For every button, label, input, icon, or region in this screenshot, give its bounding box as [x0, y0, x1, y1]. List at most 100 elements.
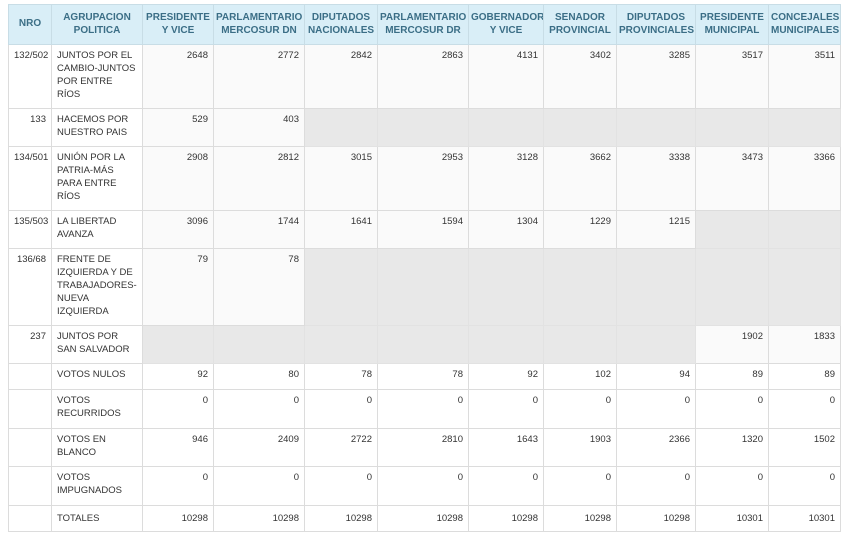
vote-count-cell: 0 — [377, 389, 469, 429]
vote-count-cell: 0 — [468, 389, 544, 429]
vote-count-cell: 0 — [142, 466, 214, 506]
vote-count-cell: 10301 — [695, 505, 769, 532]
vote-count-cell: 0 — [543, 466, 617, 506]
row-nro: 132/502 — [8, 44, 52, 109]
vote-count-cell: 403 — [213, 108, 305, 147]
empty-cell — [543, 248, 617, 326]
empty-cell — [304, 248, 378, 326]
vote-count-cell: 10298 — [616, 505, 696, 532]
vote-count-cell: 10301 — [768, 505, 841, 532]
vote-count-cell: 0 — [695, 389, 769, 429]
vote-count-cell: 89 — [768, 363, 841, 390]
vote-count-cell: 1641 — [304, 210, 378, 249]
vote-count-cell: 946 — [142, 428, 214, 467]
row-nro — [8, 466, 52, 506]
vote-count-cell: 2648 — [142, 44, 214, 109]
empty-cell — [377, 108, 469, 147]
vote-count-cell: 0 — [377, 466, 469, 506]
vote-count-cell: 1229 — [543, 210, 617, 249]
row-agrupacion: JUNTOS POR SAN SALVADOR — [51, 325, 143, 364]
empty-cell — [377, 248, 469, 326]
header-gobernador: GOBERNADOR Y VICE — [468, 4, 544, 45]
row-agrupacion: VOTOS RECURRIDOS — [51, 389, 143, 429]
vote-count-cell: 2863 — [377, 44, 469, 109]
vote-count-cell: 2908 — [142, 146, 214, 211]
row-nro: 136/68 — [8, 248, 52, 326]
row-agrupacion: VOTOS IMPUGNADOS — [51, 466, 143, 506]
empty-cell — [304, 108, 378, 147]
vote-count-cell: 0 — [468, 466, 544, 506]
vote-count-cell: 2842 — [304, 44, 378, 109]
vote-count-cell: 0 — [768, 389, 841, 429]
empty-cell — [468, 248, 544, 326]
empty-cell — [142, 325, 214, 364]
vote-count-cell: 2810 — [377, 428, 469, 467]
row-agrupacion: UNIÓN POR LA PATRIA-MÁS PARA ENTRE RÍOS — [51, 146, 143, 211]
table-row: VOTOS IMPUGNADOS 0 0 0 0 0 0 0 0 0 — [8, 466, 841, 506]
vote-count-cell: 0 — [768, 466, 841, 506]
header-senador: SENADOR PROVINCIAL — [543, 4, 617, 45]
vote-count-cell: 1304 — [468, 210, 544, 249]
vote-count-cell: 2409 — [213, 428, 305, 467]
row-agrupacion: HACEMOS POR NUESTRO PAIS — [51, 108, 143, 147]
empty-cell — [304, 325, 378, 364]
header-agrupacion: AGRUPACION POLITICA — [51, 4, 143, 45]
vote-count-cell: 2366 — [616, 428, 696, 467]
vote-count-cell: 3473 — [695, 146, 769, 211]
vote-count-cell: 3366 — [768, 146, 841, 211]
vote-count-cell: 3285 — [616, 44, 696, 109]
vote-count-cell: 3402 — [543, 44, 617, 109]
empty-cell — [616, 248, 696, 326]
vote-count-cell: 1833 — [768, 325, 841, 364]
vote-count-cell: 78 — [213, 248, 305, 326]
vote-count-cell: 1594 — [377, 210, 469, 249]
table-row: VOTOS NULOS 92 80 78 78 92 102 94 89 89 — [8, 363, 841, 390]
header-presidente: PRESIDENTE Y VICE — [142, 4, 214, 45]
vote-count-cell: 3338 — [616, 146, 696, 211]
vote-count-cell: 89 — [695, 363, 769, 390]
vote-count-cell: 1502 — [768, 428, 841, 467]
vote-count-cell: 2722 — [304, 428, 378, 467]
results-table: NRO AGRUPACION POLITICA PRESIDENTE Y VIC… — [8, 4, 841, 532]
vote-count-cell: 0 — [616, 466, 696, 506]
row-nro — [8, 389, 52, 429]
empty-cell — [543, 325, 617, 364]
vote-count-cell: 2772 — [213, 44, 305, 109]
empty-cell — [695, 210, 769, 249]
vote-count-cell: 3096 — [142, 210, 214, 249]
header-nro: NRO — [8, 4, 52, 45]
vote-count-cell: 92 — [468, 363, 544, 390]
vote-count-cell: 1643 — [468, 428, 544, 467]
vote-count-cell: 10298 — [304, 505, 378, 532]
vote-count-cell: 1215 — [616, 210, 696, 249]
vote-count-cell: 0 — [304, 466, 378, 506]
vote-count-cell: 0 — [616, 389, 696, 429]
table-row: VOTOS EN BLANCO 946 2409 2722 2810 1643 1903 23… — [8, 428, 841, 467]
empty-cell — [616, 325, 696, 364]
vote-count-cell: 10298 — [468, 505, 544, 532]
vote-count-cell: 80 — [213, 363, 305, 390]
empty-cell — [768, 248, 841, 326]
vote-count-cell: 529 — [142, 108, 214, 147]
empty-cell — [213, 325, 305, 364]
row-agrupacion: JUNTOS POR EL CAMBIO-JUNTOS POR ENTRE RÍ… — [51, 44, 143, 109]
vote-count-cell: 102 — [543, 363, 617, 390]
empty-cell — [695, 248, 769, 326]
table-row: VOTOS RECURRIDOS 0 0 0 0 0 0 0 0 0 — [8, 389, 841, 429]
vote-count-cell: 1320 — [695, 428, 769, 467]
vote-count-cell: 1902 — [695, 325, 769, 364]
vote-count-cell: 3517 — [695, 44, 769, 109]
row-agrupacion: VOTOS NULOS — [51, 363, 143, 390]
vote-count-cell: 3015 — [304, 146, 378, 211]
vote-count-cell: 78 — [377, 363, 469, 390]
vote-count-cell: 78 — [304, 363, 378, 390]
table-row: TOTALES 10298 10298 10298 10298 10298 10298 102… — [8, 505, 841, 532]
table-row: 237 JUNTOS POR SAN SALVADOR 1902 1833 — [8, 325, 841, 364]
vote-count-cell: 0 — [695, 466, 769, 506]
empty-cell — [768, 108, 841, 147]
vote-count-cell: 3511 — [768, 44, 841, 109]
empty-cell — [616, 108, 696, 147]
vote-count-cell: 10298 — [543, 505, 617, 532]
empty-cell — [377, 325, 469, 364]
empty-cell — [543, 108, 617, 147]
